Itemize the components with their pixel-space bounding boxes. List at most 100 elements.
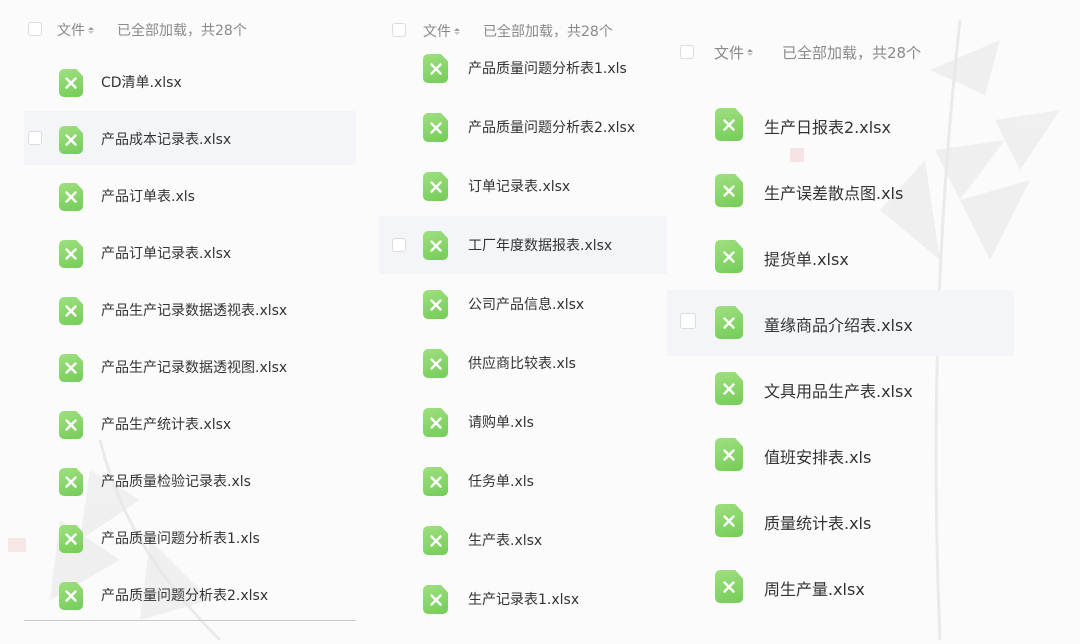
excel-file-icon [423, 467, 448, 496]
file-name[interactable]: 产品质量问题分析表1.xls [101, 528, 260, 548]
select-all-checkbox[interactable] [680, 45, 694, 59]
file-name[interactable]: 产品质量问题分析表2.xlsx [468, 117, 635, 137]
file-name[interactable]: 工厂年度数据报表.xlsx [468, 235, 612, 255]
file-name[interactable]: 生产误差散点图.xls [764, 180, 903, 204]
file-name[interactable]: 文具用品生产表.xlsx [764, 378, 913, 402]
file-row[interactable]: 产品成本记录表.xlsx [24, 111, 356, 165]
excel-file-icon [715, 438, 743, 471]
file-name[interactable]: 产品生产统计表.xlsx [101, 414, 231, 434]
excel-file-icon [423, 172, 448, 201]
sort-icon [454, 27, 460, 35]
file-name[interactable]: 订单记录表.xlsx [468, 176, 570, 196]
file-row-checkbox[interactable] [392, 238, 406, 252]
file-row[interactable]: CD清单.xlsx [24, 54, 356, 108]
excel-file-icon [59, 126, 83, 154]
sort-by-name-button[interactable]: 文件 [57, 20, 94, 40]
file-name[interactable]: 质量统计表.xls [764, 510, 871, 534]
file-name[interactable]: 产品质量问题分析表1.xls [468, 58, 627, 78]
file-row[interactable]: 供应商比较表.xls [379, 334, 667, 392]
file-row[interactable]: 公司产品信息.xlsx [379, 275, 667, 333]
file-row-checkbox[interactable] [28, 131, 42, 145]
file-row-checkbox[interactable] [680, 313, 696, 329]
file-row[interactable]: 周生产量.xlsx [667, 554, 1014, 620]
excel-file-icon [59, 183, 83, 211]
excel-file-icon [423, 54, 448, 83]
file-name[interactable]: 生产日报表2.xlsx [764, 114, 891, 138]
excel-file-icon [59, 354, 83, 382]
file-name[interactable]: 产品质量检验记录表.xls [101, 471, 251, 491]
sort-by-name-button[interactable]: 文件 [714, 42, 754, 63]
excel-file-icon [59, 582, 83, 610]
file-name[interactable]: 产品生产记录数据透视图.xlsx [101, 357, 287, 377]
file-name[interactable]: 产品订单记录表.xlsx [101, 243, 231, 263]
file-row[interactable]: 工厂年度数据报表.xlsx [379, 216, 667, 274]
excel-file-icon [423, 231, 448, 260]
file-row[interactable]: 质量统计表.xls [667, 488, 1014, 554]
excel-file-icon [59, 411, 83, 439]
file-name[interactable]: 产品订单表.xls [101, 186, 195, 206]
excel-file-icon [59, 525, 83, 553]
file-name[interactable]: 任务单.xls [468, 471, 534, 491]
sort-icon [88, 26, 94, 34]
file-row[interactable]: 产品订单记录表.xlsx [24, 225, 356, 279]
file-row[interactable]: 产品质量检验记录表.xls [24, 453, 356, 507]
file-name[interactable]: 值班安排表.xls [764, 444, 871, 468]
file-row[interactable]: 生产记录表1.xlsx [379, 570, 667, 628]
file-name[interactable]: 童缘商品介绍表.xlsx [764, 312, 913, 336]
excel-file-icon [423, 408, 448, 437]
file-name[interactable]: CD清单.xlsx [101, 72, 182, 92]
file-list-header: 文件 已全部加载，共28个 [24, 15, 356, 43]
excel-file-icon [423, 290, 448, 319]
file-row[interactable]: 产品质量问题分析表2.xlsx [24, 567, 356, 621]
load-status-text: 已全部加载，共28个 [782, 44, 922, 62]
file-name[interactable]: 提货单.xlsx [764, 246, 849, 270]
file-name[interactable]: 公司产品信息.xlsx [468, 294, 584, 314]
file-row[interactable]: 童缘商品介绍表.xlsx [667, 290, 1014, 356]
column-name-label: 文件 [57, 23, 85, 39]
excel-file-icon [715, 306, 743, 339]
file-row[interactable]: 产品生产记录数据透视图.xlsx [24, 339, 356, 393]
file-row[interactable]: 产品质量问题分析表1.xls [24, 510, 356, 564]
load-status-text: 已全部加载，共28个 [483, 24, 613, 40]
file-name[interactable]: 生产记录表1.xlsx [468, 589, 579, 609]
file-name[interactable]: 产品质量问题分析表2.xlsx [101, 585, 268, 605]
list-divider [24, 620, 356, 621]
select-all-checkbox[interactable] [28, 22, 42, 36]
excel-file-icon [715, 240, 743, 273]
select-all-checkbox[interactable] [392, 23, 406, 37]
file-row[interactable]: 订单记录表.xlsx [379, 157, 667, 215]
file-name[interactable]: 请购单.xls [468, 412, 534, 432]
excel-file-icon [715, 372, 743, 405]
sort-by-name-button[interactable]: 文件 [423, 21, 460, 41]
file-name[interactable]: 供应商比较表.xls [468, 353, 576, 373]
file-row[interactable]: 产品质量问题分析表2.xlsx [379, 98, 667, 156]
file-row[interactable]: 产品生产记录数据透视表.xlsx [24, 282, 356, 336]
file-row[interactable]: 生产日报表2.xlsx [667, 92, 1014, 158]
file-row[interactable]: 任务单.xls [379, 452, 667, 510]
excel-file-icon [715, 570, 743, 603]
sort-icon [747, 49, 754, 56]
excel-file-icon [423, 349, 448, 378]
excel-file-icon [423, 113, 448, 142]
excel-file-icon [715, 174, 743, 207]
file-row[interactable]: 产品生产统计表.xlsx [24, 396, 356, 450]
file-row[interactable]: 产品质量问题分析表1.xls [379, 39, 667, 97]
excel-file-icon [715, 504, 743, 537]
excel-file-icon [59, 69, 83, 97]
column-name-label: 文件 [714, 44, 745, 62]
file-row[interactable]: 文具用品生产表.xlsx [667, 356, 1014, 422]
file-list-header: 文件 已全部加载，共28个 [667, 37, 1014, 65]
file-row[interactable]: 提货单.xlsx [667, 224, 1014, 290]
excel-file-icon [423, 526, 448, 555]
file-name[interactable]: 生产表.xlsx [468, 530, 542, 550]
file-row[interactable]: 请购单.xls [379, 393, 667, 451]
column-name-label: 文件 [423, 24, 451, 40]
file-row[interactable]: 生产误差散点图.xls [667, 158, 1014, 224]
file-name[interactable]: 周生产量.xlsx [764, 576, 865, 600]
excel-file-icon [59, 240, 83, 268]
file-name[interactable]: 产品生产记录数据透视表.xlsx [101, 300, 287, 320]
file-row[interactable]: 产品订单表.xls [24, 168, 356, 222]
file-name[interactable]: 产品成本记录表.xlsx [101, 129, 231, 149]
file-row[interactable]: 值班安排表.xls [667, 422, 1014, 488]
file-row[interactable]: 生产表.xlsx [379, 511, 667, 569]
